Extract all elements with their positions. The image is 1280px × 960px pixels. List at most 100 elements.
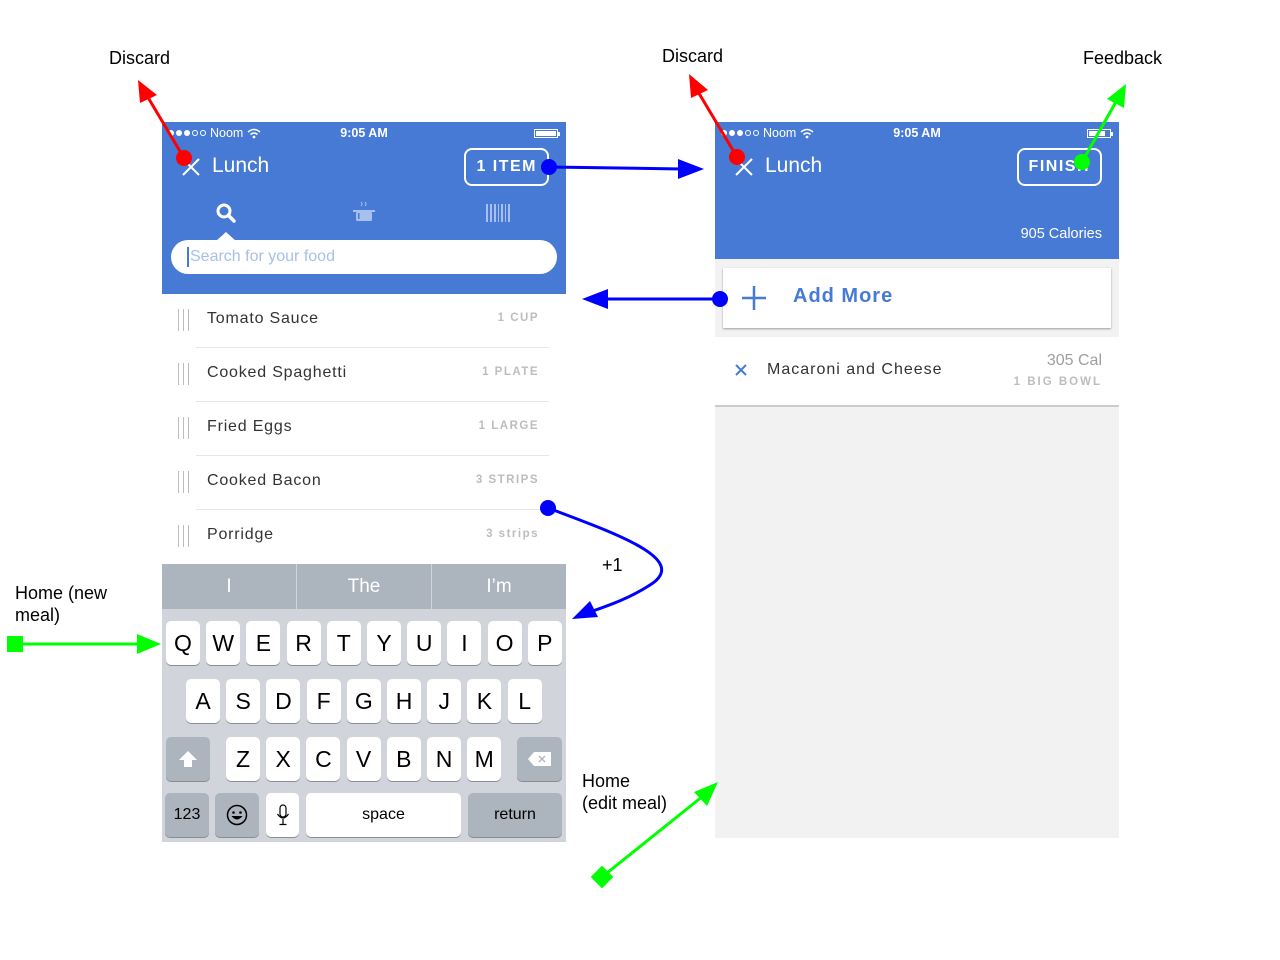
key-w[interactable]: W (206, 621, 241, 665)
backspace-key[interactable] (517, 737, 562, 781)
pot-icon (353, 201, 375, 221)
tab-recipes[interactable] (344, 198, 384, 228)
total-calories: 905 Calories (1020, 226, 1102, 242)
food-name: Cooked Bacon (207, 472, 322, 489)
backspace-icon (527, 752, 551, 766)
food-list-item[interactable]: Fried Eggs 1 LARGE (162, 402, 566, 456)
suggestion-item[interactable]: I (162, 564, 297, 609)
barcode-icon (486, 204, 510, 222)
key-d[interactable]: D (266, 679, 301, 723)
tab-barcode[interactable] (478, 198, 518, 228)
meal-body: Add More Macaroni and Cheese 305 Cal 1 B… (715, 259, 1119, 838)
search-icon (216, 203, 236, 223)
drag-handle-icon[interactable] (178, 525, 192, 547)
close-icon[interactable] (180, 156, 202, 178)
key-z[interactable]: Z (226, 737, 260, 781)
remove-icon[interactable] (733, 362, 749, 378)
arrow-add-more-to-search (582, 289, 728, 309)
food-name: Fried Eggs (207, 418, 293, 435)
key-u[interactable]: U (407, 621, 442, 665)
food-list: Tomato Sauce 1 CUP Cooked Spaghetti 1 PLATE… (162, 294, 566, 564)
key-q[interactable]: Q (166, 621, 200, 665)
key-f[interactable]: F (306, 679, 341, 723)
right-header: Noom 9:05 AM Lunch FINISH 905 Calories (715, 122, 1119, 259)
key-y[interactable]: Y (367, 621, 401, 665)
drag-handle-icon[interactable] (178, 417, 192, 439)
key-e[interactable]: E (246, 621, 281, 665)
food-list-item[interactable]: Cooked Spaghetti 1 PLATE (162, 348, 566, 402)
food-name: Tomato Sauce (207, 310, 319, 327)
key-v[interactable]: V (346, 737, 381, 781)
annotation-feedback: Feedback (1083, 48, 1163, 68)
return-key[interactable]: return (468, 793, 562, 837)
food-quantity: 1 LARGE (478, 420, 539, 432)
meal-item-portion: 1 BIG BOWL (1013, 376, 1102, 388)
food-search-input[interactable]: Search for your food (171, 240, 557, 274)
key-l[interactable]: L (507, 679, 542, 723)
key-c[interactable]: C (306, 737, 341, 781)
close-icon[interactable] (733, 156, 755, 178)
food-list-item[interactable]: Cooked Bacon 3 STRIPS (162, 456, 566, 510)
key-b[interactable]: B (386, 737, 421, 781)
food-list-item[interactable]: Tomato Sauce 1 CUP (162, 294, 566, 348)
meal-item-name: Macaroni and Cheese (767, 361, 943, 378)
clock: 9:05 AM (893, 126, 941, 140)
numbers-key[interactable]: 123 (165, 793, 209, 837)
annotation-home-new-meal: Home (new meal) (15, 583, 108, 625)
wifi-icon (800, 128, 814, 138)
key-h[interactable]: H (387, 679, 421, 723)
wifi-icon (247, 128, 261, 138)
annotation-discard-left: Discard (109, 48, 171, 68)
meal-item-calories: 305 Cal (1046, 352, 1102, 369)
key-t[interactable]: T (326, 621, 361, 665)
shift-icon (179, 751, 197, 767)
meal-item[interactable]: Macaroni and Cheese 305 Cal 1 BIG BOWL (715, 337, 1119, 407)
tab-search[interactable] (206, 198, 246, 228)
status-bar: Noom 9:05 AM (715, 122, 1119, 144)
carrier-label: Noom (763, 126, 797, 140)
keyboard: I The I’m Q W E R T Y U I O P A S D F G H J K L Z X C V B N M 123 spa… (162, 564, 566, 842)
emoji-icon (226, 804, 248, 826)
emoji-key[interactable] (215, 793, 259, 837)
key-m[interactable]: M (467, 737, 502, 781)
key-i[interactable]: I (447, 621, 482, 665)
food-name: Cooked Spaghetti (207, 364, 348, 381)
meal-title: Lunch (212, 154, 270, 177)
suggestion-bar: I The I’m (162, 564, 566, 609)
suggestion-item[interactable]: The (297, 564, 432, 609)
key-s[interactable]: S (226, 679, 261, 723)
key-a[interactable]: A (186, 679, 220, 723)
suggestion-item[interactable]: I’m (432, 564, 566, 609)
text-cursor (187, 247, 189, 267)
drag-handle-icon[interactable] (178, 309, 192, 331)
food-list-item[interactable]: Porridge 3 strips (162, 510, 566, 564)
annotation-discard-right: Discard (662, 46, 724, 66)
microphone-icon (276, 804, 289, 826)
items-button[interactable]: 1 ITEM (464, 148, 549, 186)
arrow-home-new-meal (7, 634, 161, 654)
space-key[interactable]: space (306, 793, 461, 837)
shift-key[interactable] (166, 737, 210, 781)
meal-title: Lunch (765, 154, 823, 177)
carrier-label: Noom (210, 126, 244, 140)
key-k[interactable]: K (467, 679, 502, 723)
key-o[interactable]: O (487, 621, 522, 665)
food-quantity: 3 STRIPS (475, 474, 539, 486)
food-quantity: 1 PLATE (482, 366, 539, 378)
food-quantity: 3 strips (486, 528, 539, 540)
add-more-button[interactable]: Add More (723, 268, 1111, 328)
key-r[interactable]: R (286, 621, 321, 665)
food-name: Porridge (207, 526, 274, 543)
dictation-key[interactable] (266, 793, 299, 837)
drag-handle-icon[interactable] (178, 471, 192, 493)
key-j[interactable]: J (427, 679, 462, 723)
clock: 9:05 AM (340, 126, 388, 140)
key-p[interactable]: P (527, 621, 562, 665)
add-more-label: Add More (793, 285, 894, 307)
signal-icon (721, 130, 759, 136)
finish-button[interactable]: FINISH (1016, 148, 1102, 186)
key-x[interactable]: X (266, 737, 301, 781)
drag-handle-icon[interactable] (178, 363, 192, 385)
key-n[interactable]: N (427, 737, 461, 781)
key-g[interactable]: G (346, 679, 381, 723)
